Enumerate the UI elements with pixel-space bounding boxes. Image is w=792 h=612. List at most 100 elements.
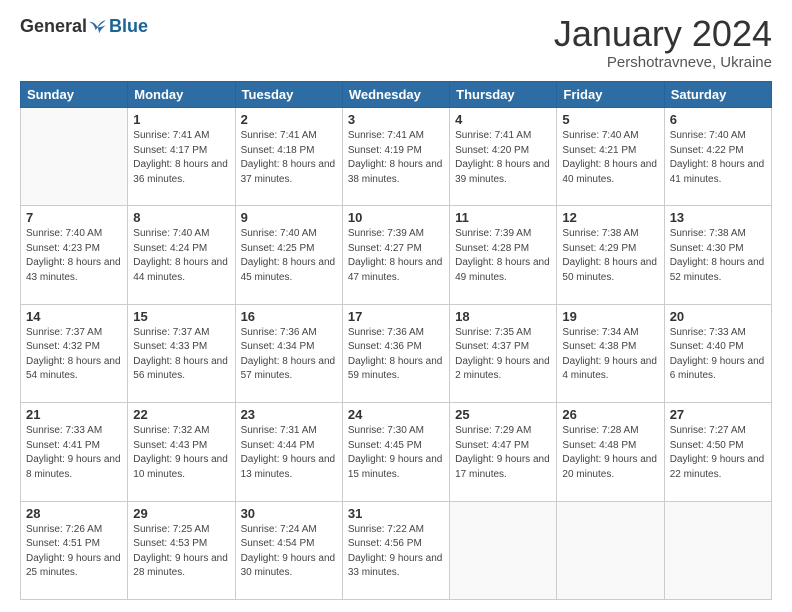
- table-row: [664, 501, 771, 599]
- day-number: 8: [133, 210, 229, 225]
- table-row: 15 Sunrise: 7:37 AMSunset: 4:33 PMDayligh…: [128, 304, 235, 402]
- day-number: 13: [670, 210, 766, 225]
- day-number: 6: [670, 112, 766, 127]
- month-title: January 2024: [554, 16, 772, 52]
- day-number: 21: [26, 407, 122, 422]
- calendar-week-row: 1Sunrise: 7:41 AMSunset: 4:17 PMDaylight…: [21, 108, 772, 206]
- table-row: 22 Sunrise: 7:32 AMSunset: 4:43 PMDayligh…: [128, 403, 235, 501]
- day-number: 18: [455, 309, 551, 324]
- table-row: 3 Sunrise: 7:41 AMSunset: 4:19 PMDaylight…: [342, 108, 449, 206]
- table-row: 10 Sunrise: 7:39 AMSunset: 4:27 PMDayligh…: [342, 206, 449, 304]
- day-number: 27: [670, 407, 766, 422]
- logo-bird-icon: [89, 17, 109, 37]
- day-number: 3: [348, 112, 444, 127]
- day-info: Sunrise: 7:36 AMSunset: 4:34 PMDaylight:…: [241, 326, 337, 384]
- table-row: 7 Sunrise: 7:40 AMSunset: 4:23 PMDaylight…: [21, 206, 128, 304]
- day-info: Sunrise: 7:39 AMSunset: 4:27 PMDaylight:…: [348, 227, 444, 285]
- table-row: 9 Sunrise: 7:40 AMSunset: 4:25 PMDaylight…: [235, 206, 342, 304]
- day-info: Sunrise: 7:32 AMSunset: 4:43 PMDaylight:…: [133, 424, 229, 482]
- title-section: January 2024 Pershotravneve, Ukraine: [554, 16, 772, 71]
- table-row: 1Sunrise: 7:41 AMSunset: 4:17 PMDaylight…: [128, 108, 235, 206]
- location-subtitle: Pershotravneve, Ukraine: [554, 54, 772, 71]
- day-info: Sunrise: 7:40 AMSunset: 4:23 PMDaylight:…: [26, 227, 122, 285]
- day-info: Sunrise: 7:39 AMSunset: 4:28 PMDaylight:…: [455, 227, 551, 285]
- day-info: Sunrise: 7:25 AMSunset: 4:53 PMDaylight:…: [133, 523, 229, 581]
- table-row: 6 Sunrise: 7:40 AMSunset: 4:22 PMDaylight…: [664, 108, 771, 206]
- day-info: Sunrise: 7:37 AMSunset: 4:33 PMDaylight:…: [133, 326, 229, 384]
- day-number: 17: [348, 309, 444, 324]
- day-info: Sunrise: 7:37 AMSunset: 4:32 PMDaylight:…: [26, 326, 122, 384]
- day-number: 4: [455, 112, 551, 127]
- day-info: Sunrise: 7:40 AMSunset: 4:25 PMDaylight:…: [241, 227, 337, 285]
- day-info: Sunrise: 7:41 AMSunset: 4:19 PMDaylight:…: [348, 129, 444, 187]
- table-row: 28 Sunrise: 7:26 AMSunset: 4:51 PMDayligh…: [21, 501, 128, 599]
- day-info: Sunrise: 7:28 AMSunset: 4:48 PMDaylight:…: [562, 424, 658, 482]
- table-row: 21 Sunrise: 7:33 AMSunset: 4:41 PMDayligh…: [21, 403, 128, 501]
- day-number: 28: [26, 506, 122, 521]
- day-info: Sunrise: 7:41 AMSunset: 4:18 PMDaylight:…: [241, 129, 337, 187]
- table-row: 8 Sunrise: 7:40 AMSunset: 4:24 PMDaylight…: [128, 206, 235, 304]
- calendar-week-row: 14Sunrise: 7:37 AMSunset: 4:32 PMDayligh…: [21, 304, 772, 402]
- day-number: 7: [26, 210, 122, 225]
- day-number: 10: [348, 210, 444, 225]
- day-info: Sunrise: 7:35 AMSunset: 4:37 PMDaylight:…: [455, 326, 551, 384]
- day-info: Sunrise: 7:33 AMSunset: 4:41 PMDaylight:…: [26, 424, 122, 482]
- table-row: 23 Sunrise: 7:31 AMSunset: 4:44 PMDayligh…: [235, 403, 342, 501]
- day-info: Sunrise: 7:40 AMSunset: 4:21 PMDaylight:…: [562, 129, 658, 187]
- day-number: 25: [455, 407, 551, 422]
- table-row: 24 Sunrise: 7:30 AMSunset: 4:45 PMDayligh…: [342, 403, 449, 501]
- day-number: 24: [348, 407, 444, 422]
- day-number: 16: [241, 309, 337, 324]
- table-row: 17 Sunrise: 7:36 AMSunset: 4:36 PMDayligh…: [342, 304, 449, 402]
- day-info: Sunrise: 7:22 AMSunset: 4:56 PMDaylight:…: [348, 523, 444, 581]
- day-info: Sunrise: 7:30 AMSunset: 4:45 PMDaylight:…: [348, 424, 444, 482]
- col-thursday: Thursday: [450, 82, 557, 108]
- day-number: 20: [670, 309, 766, 324]
- table-row: 20 Sunrise: 7:33 AMSunset: 4:40 PMDayligh…: [664, 304, 771, 402]
- day-number: 31: [348, 506, 444, 521]
- table-row: [21, 108, 128, 206]
- day-info: Sunrise: 7:36 AMSunset: 4:36 PMDaylight:…: [348, 326, 444, 384]
- day-info: Sunrise: 7:41 AMSunset: 4:17 PMDaylight:…: [133, 129, 229, 187]
- table-row: 31 Sunrise: 7:22 AMSunset: 4:56 PMDayligh…: [342, 501, 449, 599]
- table-row: 29 Sunrise: 7:25 AMSunset: 4:53 PMDayligh…: [128, 501, 235, 599]
- table-row: 13 Sunrise: 7:38 AMSunset: 4:30 PMDayligh…: [664, 206, 771, 304]
- day-info: Sunrise: 7:38 AMSunset: 4:30 PMDaylight:…: [670, 227, 766, 285]
- col-saturday: Saturday: [664, 82, 771, 108]
- table-row: 16 Sunrise: 7:36 AMSunset: 4:34 PMDayligh…: [235, 304, 342, 402]
- table-row: 11Sunrise: 7:39 AMSunset: 4:28 PMDayligh…: [450, 206, 557, 304]
- calendar-week-row: 7 Sunrise: 7:40 AMSunset: 4:23 PMDaylight…: [21, 206, 772, 304]
- col-monday: Monday: [128, 82, 235, 108]
- calendar-header-row: Sunday Monday Tuesday Wednesday Thursday…: [21, 82, 772, 108]
- day-number: 29: [133, 506, 229, 521]
- calendar-week-row: 21 Sunrise: 7:33 AMSunset: 4:41 PMDayligh…: [21, 403, 772, 501]
- day-info: Sunrise: 7:33 AMSunset: 4:40 PMDaylight:…: [670, 326, 766, 384]
- day-number: 26: [562, 407, 658, 422]
- day-number: 22: [133, 407, 229, 422]
- col-wednesday: Wednesday: [342, 82, 449, 108]
- day-info: Sunrise: 7:31 AMSunset: 4:44 PMDaylight:…: [241, 424, 337, 482]
- header: General Blue January 2024 Pershotravneve…: [20, 16, 772, 71]
- day-info: Sunrise: 7:40 AMSunset: 4:24 PMDaylight:…: [133, 227, 229, 285]
- table-row: 30Sunrise: 7:24 AMSunset: 4:54 PMDayligh…: [235, 501, 342, 599]
- table-row: 19 Sunrise: 7:34 AMSunset: 4:38 PMDayligh…: [557, 304, 664, 402]
- col-sunday: Sunday: [21, 82, 128, 108]
- day-info: Sunrise: 7:26 AMSunset: 4:51 PMDaylight:…: [26, 523, 122, 581]
- day-number: 19: [562, 309, 658, 324]
- table-row: 27Sunrise: 7:27 AMSunset: 4:50 PMDayligh…: [664, 403, 771, 501]
- table-row: 18 Sunrise: 7:35 AMSunset: 4:37 PMDayligh…: [450, 304, 557, 402]
- day-info: Sunrise: 7:34 AMSunset: 4:38 PMDaylight:…: [562, 326, 658, 384]
- day-number: 30: [241, 506, 337, 521]
- day-info: Sunrise: 7:38 AMSunset: 4:29 PMDaylight:…: [562, 227, 658, 285]
- day-info: Sunrise: 7:41 AMSunset: 4:20 PMDaylight:…: [455, 129, 551, 187]
- table-row: 4 Sunrise: 7:41 AMSunset: 4:20 PMDaylight…: [450, 108, 557, 206]
- day-number: 15: [133, 309, 229, 324]
- logo-general-text: General: [20, 16, 87, 37]
- day-number: 23: [241, 407, 337, 422]
- col-tuesday: Tuesday: [235, 82, 342, 108]
- table-row: 2Sunrise: 7:41 AMSunset: 4:18 PMDaylight…: [235, 108, 342, 206]
- col-friday: Friday: [557, 82, 664, 108]
- day-number: 12: [562, 210, 658, 225]
- day-number: 9: [241, 210, 337, 225]
- day-info: Sunrise: 7:40 AMSunset: 4:22 PMDaylight:…: [670, 129, 766, 187]
